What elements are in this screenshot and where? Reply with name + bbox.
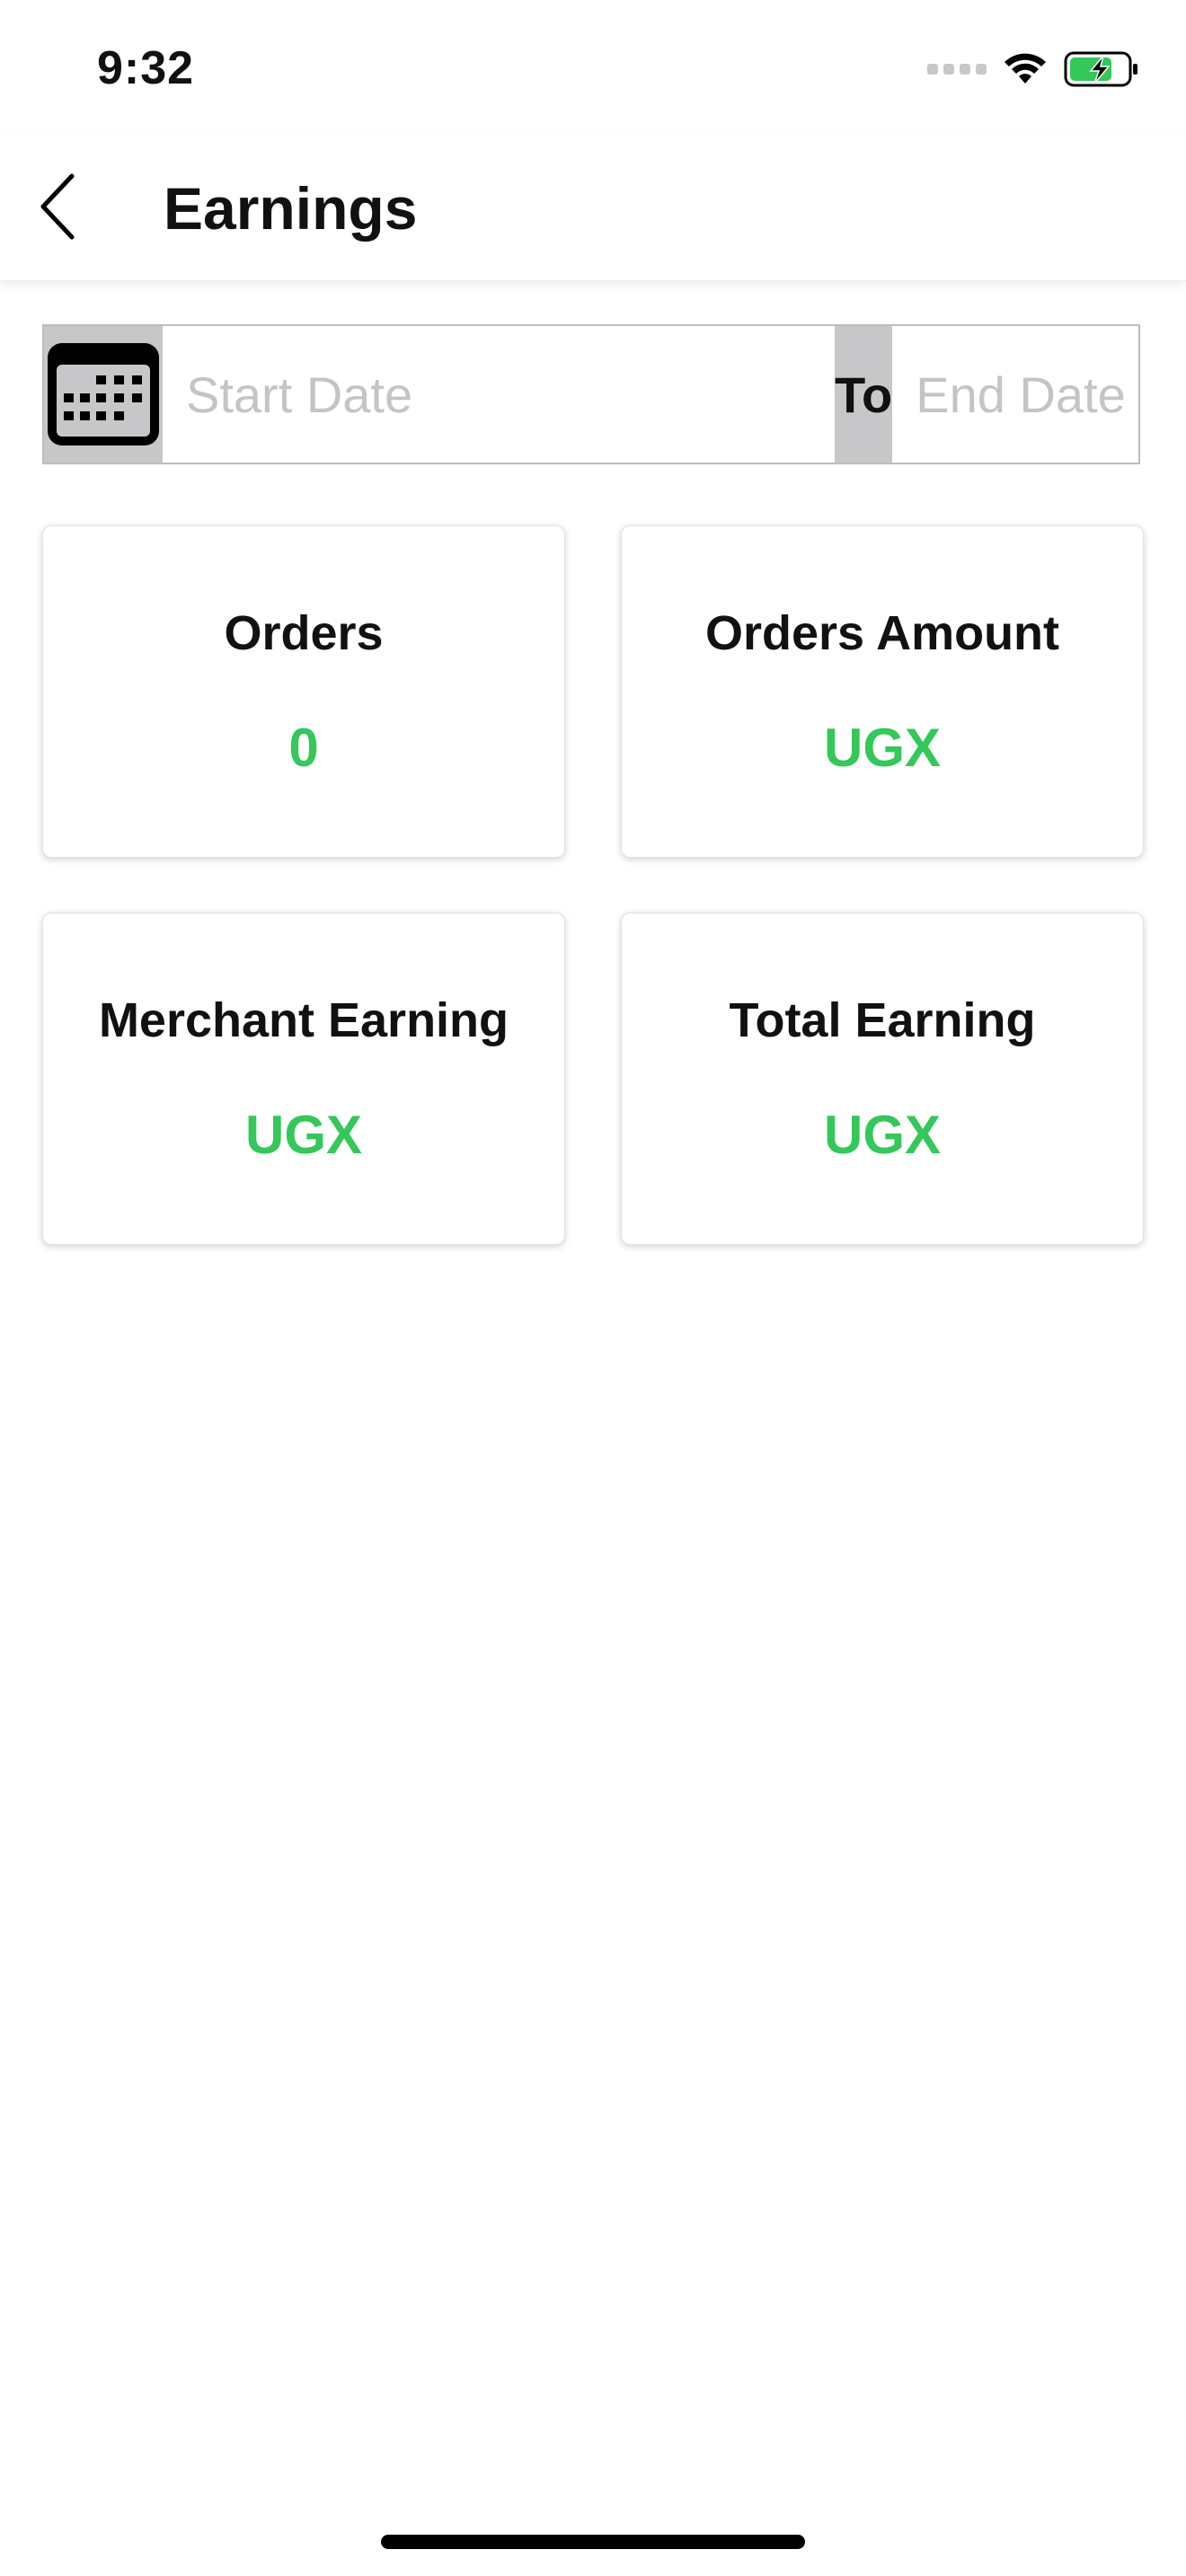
card-title: Total Earning [729,993,1036,1047]
date-range-picker: To [42,324,1186,464]
card-title: Orders Amount [704,606,1060,660]
total-earning-card: Total Earning UGX [621,913,1144,1245]
start-date-input[interactable] [163,326,835,463]
status-icons [927,50,1139,88]
status-time: 9:32 [97,42,195,94]
battery-charging-icon [1064,51,1137,87]
end-date-input[interactable] [892,326,1186,463]
back-button[interactable] [22,171,93,243]
home-indicator[interactable] [381,2535,805,2549]
navigation-bar: Earnings [0,135,1186,281]
status-bar: 9:32 [0,0,1186,135]
card-value: UGX [823,718,942,778]
calendar-button[interactable] [44,326,163,463]
cellular-signal-icon [927,64,987,75]
card-value: UGX [823,1105,942,1165]
orders-card: Orders 0 [42,525,565,858]
card-title: Orders [224,606,384,660]
chevron-left-icon [40,173,75,240]
to-separator: To [835,326,893,463]
card-value: UGX [244,1105,363,1165]
orders-amount-card: Orders Amount UGX [621,525,1144,858]
calendar-icon [48,343,159,446]
page-title: Earnings [164,175,418,242]
card-value: 0 [288,718,319,778]
wifi-icon [1005,53,1046,84]
merchant-earning-card: Merchant Earning UGX [42,913,565,1245]
card-title: Merchant Earning [98,993,509,1047]
